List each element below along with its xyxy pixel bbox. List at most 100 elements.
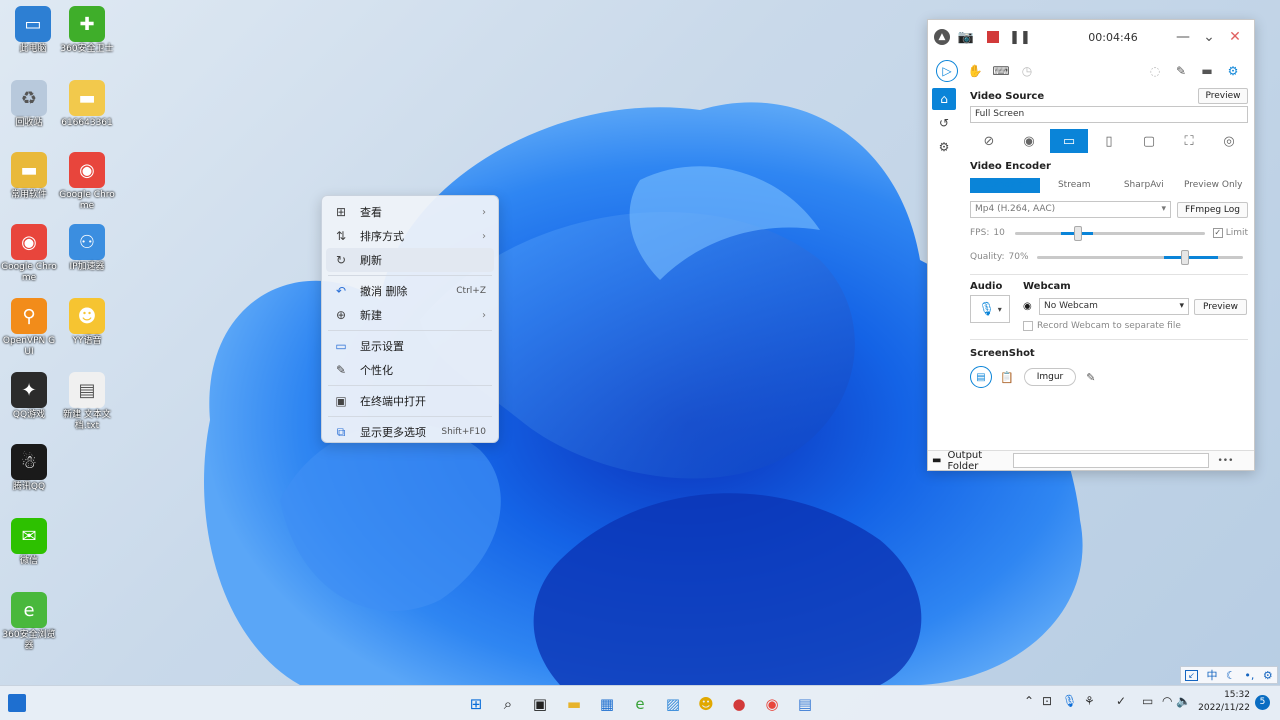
menu-item-personalize[interactable]: ✎ 个性化 bbox=[326, 358, 494, 382]
save-to-disk-icon[interactable]: ▤ bbox=[970, 366, 992, 388]
desktop-icon[interactable]: ◉ Google Chrome bbox=[58, 152, 116, 212]
video-source-preview-button[interactable]: Preview bbox=[1198, 88, 1248, 104]
hand-icon[interactable]: ✋ bbox=[962, 58, 988, 84]
gamepad-source-icon[interactable]: ◎ bbox=[1210, 129, 1248, 153]
webcam-select[interactable]: No Webcam ▾ bbox=[1039, 298, 1189, 315]
cursor-icon[interactable]: ▷ bbox=[936, 60, 958, 82]
menu-item-display-settings[interactable]: ▭ 显示设置 bbox=[326, 334, 494, 358]
output-folder-path[interactable] bbox=[1013, 453, 1210, 468]
menu-item-new[interactable]: ⊕ 新建 › bbox=[326, 303, 494, 327]
double-chevron-down-icon[interactable]: ⌄ bbox=[1196, 29, 1222, 45]
history-icon[interactable]: ↺ bbox=[932, 112, 956, 134]
close-button[interactable]: ✕ bbox=[1222, 29, 1248, 45]
task-view-icon[interactable]: ▣ bbox=[528, 692, 552, 716]
menu-item-more-options[interactable]: ⧉ 显示更多选项 Shift+F10 bbox=[326, 420, 494, 444]
fps-slider-thumb[interactable] bbox=[1073, 225, 1082, 241]
menu-item-open-terminal[interactable]: ▣ 在终端中打开 bbox=[326, 389, 494, 413]
settings-icon[interactable]: ⚙ bbox=[1220, 58, 1246, 84]
no-video-icon[interactable]: ⊘ bbox=[970, 129, 1008, 153]
store-icon[interactable]: ▦ bbox=[595, 692, 619, 716]
notification-badge[interactable]: 5 bbox=[1255, 695, 1270, 710]
camera-icon[interactable]: 📷 bbox=[955, 26, 977, 48]
region-source-icon[interactable]: ⛶ bbox=[1170, 129, 1208, 153]
display-tray-icon[interactable]: ▭ bbox=[1142, 694, 1153, 708]
ime-tray-icon[interactable]: ✓ bbox=[1116, 694, 1126, 708]
file-explorer-icon[interactable]: ▬ bbox=[562, 692, 586, 716]
video-source-field[interactable]: Full Screen bbox=[970, 106, 1248, 123]
menu-item-refresh[interactable]: ↻ 刷新 bbox=[326, 248, 494, 272]
volume-icon[interactable]: 🔈 bbox=[1176, 694, 1191, 708]
bluetooth-icon[interactable]: ⚘ bbox=[1084, 694, 1095, 708]
desktop-icon[interactable]: ✉ 微信 bbox=[0, 518, 58, 567]
network-tray-icon[interactable]: ⊡ bbox=[1042, 694, 1052, 708]
collapse-icon[interactable]: ▲ bbox=[934, 29, 950, 45]
desktop-icon[interactable]: ⚇ IP加速器 bbox=[58, 224, 116, 273]
desktop-icon[interactable]: ✚ 360安全卫士 bbox=[58, 6, 116, 55]
tray-overflow-icon[interactable]: ⌃ bbox=[1024, 694, 1034, 708]
gear-icon[interactable]: ⚙ bbox=[1263, 669, 1273, 682]
desktop-icon[interactable]: ◉ Google Chrome bbox=[0, 224, 58, 284]
desktop-icon[interactable]: ☃ 腾讯QQ bbox=[0, 444, 58, 493]
tab-sharpavi[interactable]: SharpAvi bbox=[1109, 178, 1179, 193]
menu-item-undo-delete[interactable]: ↶ 撤消 删除 Ctrl+Z bbox=[326, 279, 494, 303]
region-icon[interactable]: ◌ bbox=[1142, 58, 1168, 84]
chrome-icon[interactable]: ◉ bbox=[760, 692, 784, 716]
home-icon[interactable]: ⌂ bbox=[932, 88, 956, 110]
window-source-icon[interactable]: ▢ bbox=[1130, 129, 1168, 153]
quality-slider[interactable] bbox=[1036, 249, 1243, 265]
microphone-button[interactable]: 🎙 ▾ bbox=[970, 295, 1010, 323]
desktop-icon[interactable]: ▤ 新建 文本文档.txt bbox=[58, 372, 116, 432]
clipboard-icon[interactable]: 📋 bbox=[1000, 371, 1014, 384]
pencil-icon[interactable]: ✎ bbox=[1086, 371, 1095, 384]
desktop-icon[interactable]: ♻ 回收站 bbox=[0, 80, 58, 129]
widgets-icon[interactable] bbox=[8, 694, 26, 712]
quality-slider-thumb[interactable] bbox=[1180, 249, 1189, 265]
ffmpeg-log-button[interactable]: FFmpeg Log bbox=[1177, 201, 1248, 218]
gear-icon[interactable]: ⚙ bbox=[932, 136, 956, 158]
yy-icon[interactable]: ☻ bbox=[694, 692, 718, 716]
ime-toggle-icon[interactable]: ↙ bbox=[1185, 669, 1198, 681]
full-screen-source-icon[interactable]: ▭ bbox=[1050, 129, 1088, 153]
limit-checkbox[interactable]: ✓ bbox=[1212, 228, 1223, 238]
folder-icon[interactable]: ▬ bbox=[1194, 58, 1220, 84]
desktop-icon[interactable]: ⚲ OpenVPN GUI bbox=[0, 298, 58, 358]
desktop-icon[interactable]: ☻ YY语音 bbox=[58, 298, 116, 347]
photos-icon[interactable]: ▨ bbox=[661, 692, 685, 716]
microphone-tray-icon[interactable]: 🎙 bbox=[1062, 694, 1077, 708]
tab-stream[interactable]: Stream bbox=[1040, 178, 1110, 193]
start-icon[interactable]: ⊞ bbox=[464, 692, 488, 716]
punctuation-icon[interactable]: •, bbox=[1244, 669, 1254, 682]
record-stop-button[interactable] bbox=[982, 26, 1004, 48]
taskbar-clock[interactable]: 15:32 2022/11/22 bbox=[1198, 689, 1250, 715]
menu-item-sort[interactable]: ⇅ 排序方式 › bbox=[326, 224, 494, 248]
tab-preview-only[interactable]: Preview Only bbox=[1179, 178, 1249, 193]
codec-select[interactable]: Mp4 (H.264, AAC) ▾ bbox=[970, 201, 1171, 218]
desktop-icon[interactable]: ▬ 常用软件 bbox=[0, 152, 58, 201]
fps-slider[interactable] bbox=[1015, 225, 1205, 241]
moon-icon[interactable]: ☾ bbox=[1226, 669, 1236, 682]
imgur-button[interactable]: Imgur bbox=[1023, 368, 1077, 386]
timer-icon[interactable]: ◷ bbox=[1014, 58, 1040, 84]
notepad-icon[interactable]: ▤ bbox=[793, 692, 817, 716]
separate-file-checkbox[interactable] bbox=[1023, 321, 1033, 331]
recorder-app-icon[interactable]: ● bbox=[727, 692, 751, 716]
desktop-icon[interactable]: ▬ 616643361 bbox=[58, 80, 116, 129]
menu-item-view[interactable]: ⊞ 查看 › bbox=[326, 200, 494, 224]
more-button[interactable]: ••• bbox=[1217, 456, 1233, 466]
keyboard-icon[interactable]: ⌨ bbox=[988, 58, 1014, 84]
webcam-source-icon[interactable]: ◉ bbox=[1010, 129, 1048, 153]
ie-browser-icon[interactable]: e bbox=[628, 692, 652, 716]
pen-icon[interactable]: ✎ bbox=[1168, 58, 1194, 84]
pause-button[interactable]: ❚❚ bbox=[1009, 26, 1031, 48]
ime-mode-chinese[interactable]: 中 bbox=[1206, 667, 1217, 683]
output-folder-label[interactable]: Output Folder bbox=[947, 450, 1013, 472]
tab-standard[interactable]: Standard bbox=[970, 178, 1040, 193]
monitor-source-icon[interactable]: ▯ bbox=[1090, 129, 1128, 153]
desktop-icon[interactable]: ✦ QQ游戏 bbox=[0, 372, 58, 421]
minimize-button[interactable]: — bbox=[1170, 29, 1196, 45]
webcam-preview-button[interactable]: Preview bbox=[1194, 298, 1247, 315]
search-icon[interactable]: ⌕ bbox=[496, 692, 520, 716]
desktop-icon[interactable]: ▭ 此电脑 bbox=[4, 6, 62, 55]
desktop-icon[interactable]: e 360安全浏览器 bbox=[0, 592, 58, 652]
wifi-icon[interactable]: ◠ bbox=[1162, 694, 1172, 708]
